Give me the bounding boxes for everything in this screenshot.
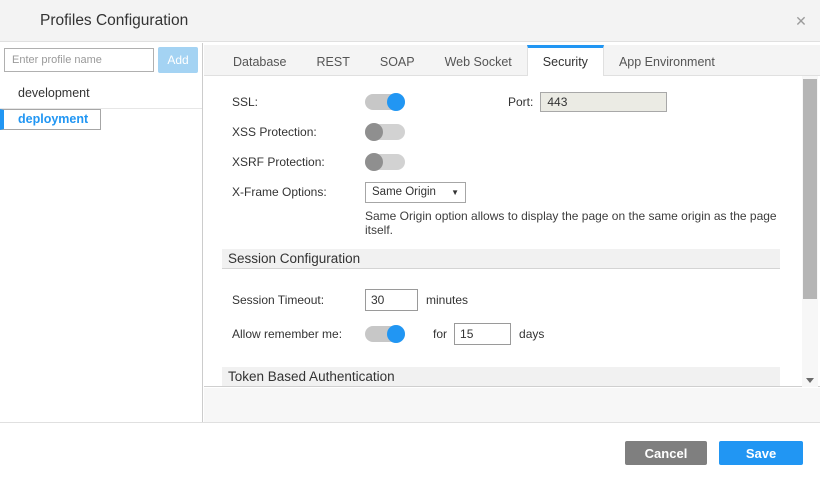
scrollbar-thumb[interactable] xyxy=(803,79,817,299)
toggle-knob xyxy=(365,153,383,171)
session-configuration-header: Session Configuration xyxy=(222,249,780,269)
remember-me-days-input[interactable] xyxy=(454,323,511,345)
session-timeout-label: Session Timeout: xyxy=(232,293,365,307)
xframe-label: X-Frame Options: xyxy=(232,185,365,199)
toggle-knob xyxy=(387,93,405,111)
profiles-configuration-dialog: Profiles Configuration ✕ Add development… xyxy=(0,0,820,480)
xframe-selected-value: Same Origin xyxy=(372,186,436,198)
dialog-header: Profiles Configuration ✕ xyxy=(0,0,820,42)
remember-me-toggle[interactable] xyxy=(365,325,405,343)
xsrf-toggle[interactable] xyxy=(365,153,405,171)
ssl-row: SSL: Port: xyxy=(232,89,780,115)
xss-row: XSS Protection: xyxy=(232,119,780,145)
tab-security[interactable]: Security xyxy=(527,45,604,76)
settings-tab-bar: Database REST SOAP Web Socket Security A… xyxy=(204,45,820,76)
profile-settings-panel: Database REST SOAP Web Socket Security A… xyxy=(204,43,820,422)
remember-me-row: Allow remember me: for days xyxy=(232,319,780,349)
toggle-knob xyxy=(365,123,383,141)
panel-bottom-strip xyxy=(204,388,820,422)
xss-label: XSS Protection: xyxy=(232,125,365,139)
close-icon[interactable]: ✕ xyxy=(792,12,810,30)
tab-soap[interactable]: SOAP xyxy=(365,45,430,75)
add-profile-button[interactable]: Add xyxy=(158,47,198,73)
token-authentication-header: Token Based Authentication xyxy=(222,367,780,387)
port-group: Port: xyxy=(508,92,667,112)
profiles-sidebar: Add development deployment xyxy=(0,43,203,422)
tab-web-socket[interactable]: Web Socket xyxy=(430,45,527,75)
tab-database[interactable]: Database xyxy=(218,45,302,75)
sidebar-item-deployment[interactable]: deployment xyxy=(0,109,101,130)
tab-rest[interactable]: REST xyxy=(302,45,365,75)
cancel-button[interactable]: Cancel xyxy=(625,441,707,465)
add-profile-row: Add xyxy=(0,43,202,78)
remember-me-unit: days xyxy=(519,327,544,341)
dialog-footer: Cancel Save xyxy=(0,423,820,480)
ssl-toggle[interactable] xyxy=(365,93,405,111)
remember-me-for-text: for xyxy=(433,327,447,341)
scroll-down-arrow-icon[interactable] xyxy=(802,374,818,386)
tab-app-environment[interactable]: App Environment xyxy=(604,45,730,75)
toggle-knob xyxy=(387,325,405,343)
xframe-help-text: Same Origin option allows to display the… xyxy=(365,209,780,237)
session-timeout-input[interactable] xyxy=(365,289,418,311)
profile-name-input[interactable] xyxy=(4,48,154,72)
xsrf-label: XSRF Protection: xyxy=(232,155,365,169)
vertical-scrollbar[interactable] xyxy=(802,76,818,387)
xframe-row: X-Frame Options: Same Origin ▼ xyxy=(232,179,780,205)
security-tab-content: SSL: Port: XSS Protection: XSRF Pro xyxy=(204,76,820,387)
dropdown-arrow-icon: ▼ xyxy=(451,188,459,197)
port-input[interactable] xyxy=(540,92,667,112)
xss-toggle[interactable] xyxy=(365,123,405,141)
ssl-label: SSL: xyxy=(232,95,365,109)
remember-me-label: Allow remember me: xyxy=(232,327,365,341)
port-label: Port: xyxy=(508,95,533,109)
save-button[interactable]: Save xyxy=(719,441,803,465)
session-timeout-row: Session Timeout: minutes xyxy=(232,285,780,315)
dialog-title: Profiles Configuration xyxy=(40,0,188,42)
xsrf-row: XSRF Protection: xyxy=(232,149,780,175)
session-timeout-unit: minutes xyxy=(426,293,468,307)
xframe-options-select[interactable]: Same Origin ▼ xyxy=(365,182,466,203)
